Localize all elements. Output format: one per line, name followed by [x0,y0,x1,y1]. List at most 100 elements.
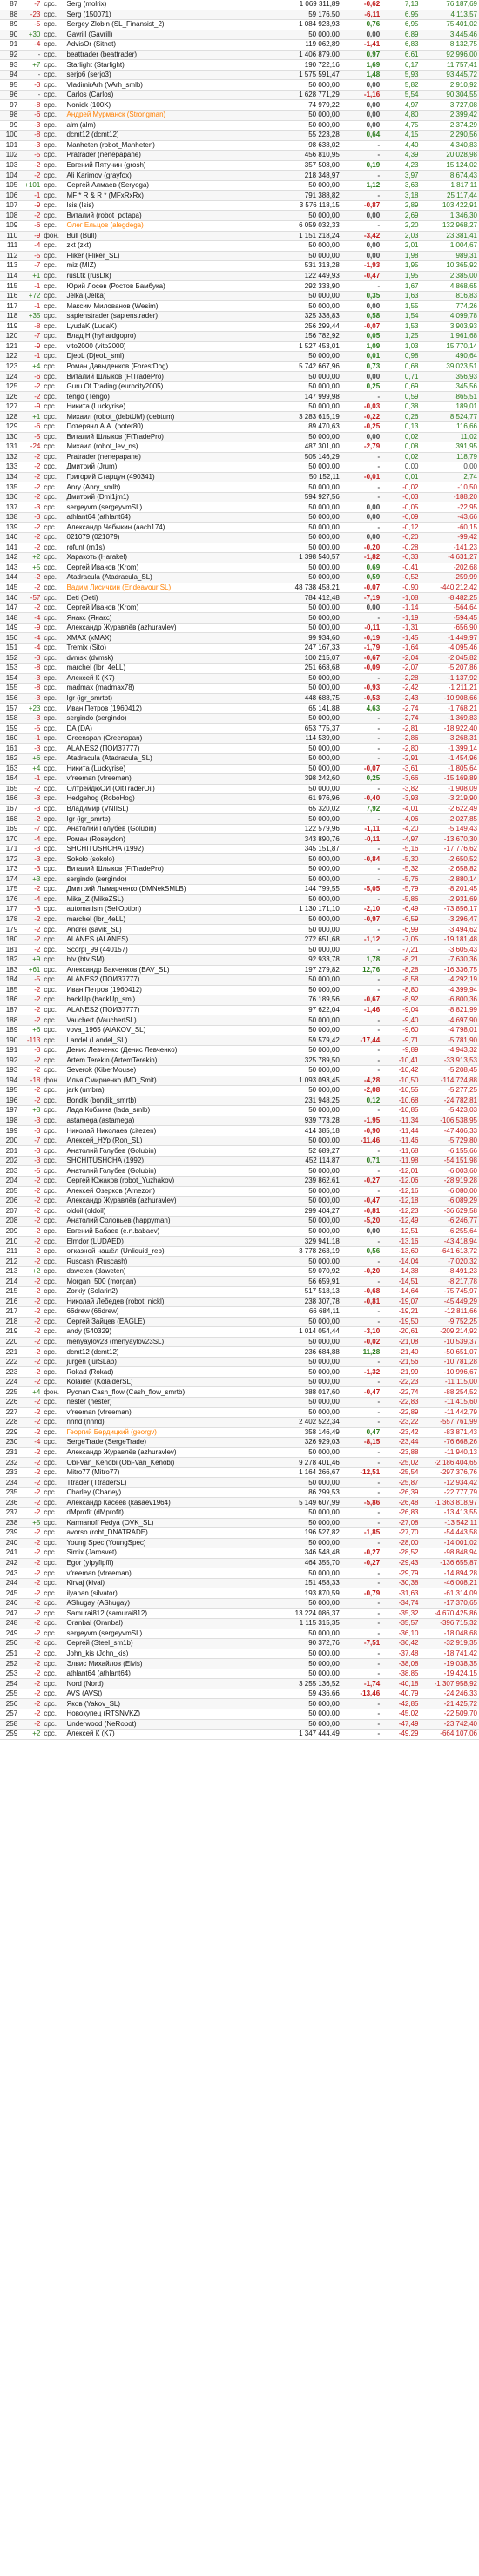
participant-name-cell[interactable]: automatism (SellOption) [64,904,266,915]
participant-name-cell[interactable]: Rokad (Rokad) [64,1366,266,1378]
participant-name-cell[interactable]: Сергей Южаков (robot_Yuzhakov) [64,1176,266,1187]
participant-name-cell[interactable]: sapienstrader (sapienstrader) [64,311,266,322]
participant-name-cell[interactable]: Сергей Алмаев (Seryoga) [64,180,266,192]
participant-name-cell[interactable]: Сергей Иванов (Krom) [64,563,266,574]
participant-name-cell[interactable]: Иван Петров (1960412) [64,703,266,714]
participant-name-cell[interactable]: Михаил (robot_lev_ns) [64,442,266,453]
participant-name-cell[interactable]: Igr (igr_smrtb) [64,813,266,825]
participant-name-cell[interactable]: Сергей Иванов (Krom) [64,603,266,614]
participant-name-cell[interactable]: DjeoL (DjeoL_sml) [64,351,266,362]
participant-name-cell[interactable]: Анатолий Голубев (Golubin) [64,1145,266,1157]
participant-name-cell[interactable]: AShugay (AShugay) [64,1598,266,1609]
participant-name-cell[interactable]: Виталий (robot_potapa) [64,210,266,222]
participant-name-cell[interactable]: 66drew (66drew) [64,1306,266,1318]
participant-name-cell[interactable]: Максим Милованов (Wesim) [64,300,266,312]
participant-name-cell[interactable]: Kirvaj (kivai) [64,1578,266,1589]
participant-name-cell[interactable]: Николай Николаев (citezen) [64,1125,266,1136]
participant-name-cell[interactable]: Илья Смирненко (MD_Smit) [64,1076,266,1087]
participant-name-cell[interactable]: Vauchert (VauchertSL) [64,1015,266,1026]
participant-name-cell[interactable]: menyaylov23 (menyaylov23SL) [64,1337,266,1348]
participant-name-cell[interactable]: Nonick (100K) [64,99,266,111]
participant-name-cell[interactable]: Serg (150071) [64,10,266,21]
participant-name-cell[interactable]: Алексей К (K7) [64,673,266,684]
participant-name-cell[interactable]: zkt (zkt) [64,240,266,252]
participant-name-cell[interactable]: Tremix (Sito) [64,643,266,654]
participant-name-cell[interactable]: Элвис Михайлов (Elvis) [64,1658,266,1669]
participant-name-cell[interactable]: AVS (AVSt) [64,1689,266,1700]
participant-name-cell[interactable]: sergindo (sergindo) [64,713,266,725]
participant-name-cell[interactable]: SHCHITUSHCHA (1992) [64,844,266,855]
participant-name-cell[interactable]: Landel (Landel_SL) [64,1035,266,1046]
participant-name-cell[interactable]: Яков (Yakov_SL) [64,1698,266,1709]
participant-name-cell[interactable]: Сергей Зайцев (EAGLE) [64,1317,266,1328]
participant-name-cell[interactable]: Simix (Jarosvet) [64,1548,266,1559]
participant-name-cell[interactable]: tengo (Tengo) [64,391,266,402]
participant-name-cell[interactable]: Евгений Пятунин (grosh) [64,160,266,172]
participant-name-cell[interactable]: Сергей (Steel_sm1b) [64,1638,266,1649]
participant-name-cell[interactable]: Anry (Anry_smlb) [64,482,266,493]
participant-name-cell[interactable]: Роман (Roseydon) [64,833,266,845]
participant-name-cell[interactable]: Александр Журавлёв (azhuravlev) [64,1447,266,1459]
participant-name-cell[interactable]: avorso (robt_DNATRADE) [64,1527,266,1539]
participant-name-cell[interactable]: Andrei (savik_SL) [64,924,266,935]
participant-name-cell[interactable]: sergeyvm (sergeyvmSL) [64,502,266,513]
participant-name-cell[interactable]: Дмитрий (Jrum) [64,462,266,473]
participant-name-cell[interactable]: XMAX (xMAX) [64,632,266,644]
participant-name-cell[interactable]: astamega (astamega) [64,1116,266,1127]
participant-name-cell[interactable]: ALANES2 (ПОИЗ7777) [64,1005,266,1016]
participant-name-cell[interactable]: Ruscash (Ruscash) [64,1256,266,1267]
participant-name-cell[interactable]: miz (MIZ) [64,260,266,272]
participant-name-cell[interactable]: Денис Левченко (Денис Левченко) [64,1045,266,1056]
participant-name-cell[interactable]: jurgen (jurSLab) [64,1357,266,1368]
participant-name-cell[interactable]: Виталий Шлыков (FtTradePro) [64,371,266,382]
participant-name-cell[interactable]: Egor (yfpyfipfff) [64,1558,266,1569]
participant-name-cell[interactable]: отказной нашёл (Unliquid_reb) [64,1246,266,1258]
participant-name-cell[interactable]: Дмитрий (Dmi1jm1) [64,492,266,503]
participant-name-cell[interactable]: SHCHITUSHCHA (1992) [64,1156,266,1167]
participant-name-cell[interactable]: Иван Петров (1960412) [64,985,266,996]
participant-name-cell[interactable]: ALANES2 (ПОИЗ7777) [64,743,266,754]
participant-name-cell[interactable]: Алексей К (K7) [64,1729,266,1740]
participant-name-cell[interactable]: ilyapan (silvator) [64,1588,266,1599]
participant-name-cell[interactable]: Fliker (Fliker_SL) [64,251,266,262]
participant-name-cell[interactable]: vfreeman (vfreeman) [64,1407,266,1419]
participant-name-cell[interactable]: Ali Karimov (grayfox) [64,170,266,181]
participant-name-cell[interactable]: vova_1965 (AIAKOV_SL) [64,1025,266,1036]
participant-name-cell[interactable]: Deti (Deti) [64,592,266,604]
participant-name-cell[interactable]: sergindo (sergindo) [64,874,266,886]
participant-name-cell[interactable]: ОлтрейдюОИ (OltTraderOil) [64,784,266,795]
participant-name-cell[interactable]: athlant64 (athlant64) [64,512,266,523]
participant-name-cell[interactable]: Manheten (robot_Manheten) [64,140,266,152]
participant-name-cell[interactable]: Андрей Мурманск (Strongman) [64,110,266,121]
participant-name-cell[interactable]: Pratrader (nenepapane) [64,452,266,463]
participant-name-cell[interactable]: Георгий Бердицкий (georgv) [64,1427,266,1439]
participant-name-cell[interactable]: Elmdor (LUDAED) [64,1236,266,1247]
participant-name-cell[interactable]: Алексей_НУр (Ron_SL) [64,1136,266,1147]
participant-name-cell[interactable]: Ttrader (TtraderSL) [64,1477,266,1488]
participant-name-cell[interactable]: Mike_Z (MikeZSL) [64,894,266,906]
participant-name-cell[interactable]: Carlos (Carlos) [64,90,266,101]
participant-name-cell[interactable]: Oranbal (Oranbal) [64,1618,266,1629]
participant-name-cell[interactable]: Новокупец (RTSNVKZ) [64,1709,266,1720]
participant-name-cell[interactable]: Greenspan (Greenspan) [64,733,266,745]
participant-name-cell[interactable]: Александр Касеев (kasaev1964) [64,1497,266,1509]
participant-name-cell[interactable]: Виталий Шлыков (FtTradePro) [64,432,266,443]
participant-name-cell[interactable]: Serg (molrix) [64,0,266,10]
participant-name-cell[interactable]: Юрий Лосев (Ростов Бамбука) [64,280,266,292]
participant-name-cell[interactable]: Artem Terekin (ArtemTerekin) [64,1055,266,1066]
participant-name-cell[interactable]: Янакс (Янакс) [64,612,266,624]
participant-name-cell[interactable]: jark (umbra) [64,1085,266,1096]
participant-name-cell[interactable]: Роман Давыденков (ForestDog) [64,361,266,373]
participant-name-cell[interactable]: ALANES (ALANES) [64,934,266,946]
participant-name-cell[interactable]: Morgan_500 (morgan) [64,1276,266,1287]
participant-name-cell[interactable]: dcmt12 (dcmt12) [64,1346,266,1358]
participant-name-cell[interactable]: Потерянл А.А. (poter80) [64,421,266,433]
participant-name-cell[interactable]: Young Spec (YoungSpec) [64,1538,266,1549]
participant-name-cell[interactable]: Charley (Charley) [64,1487,266,1499]
participant-name-cell[interactable]: athlant64 (athlant64) [64,1669,266,1680]
participant-name-cell[interactable]: sergeyvm (sergeyvmSL) [64,1629,266,1640]
participant-name-cell[interactable]: 021079 (021079) [64,532,266,543]
participant-name-cell[interactable]: Starlight (Starlight) [64,59,266,71]
participant-name-cell[interactable]: Александр Журавлёв (azhuravlev) [64,1196,266,1207]
participant-name-cell[interactable]: Atadracula (Atadracula_SL) [64,753,266,765]
